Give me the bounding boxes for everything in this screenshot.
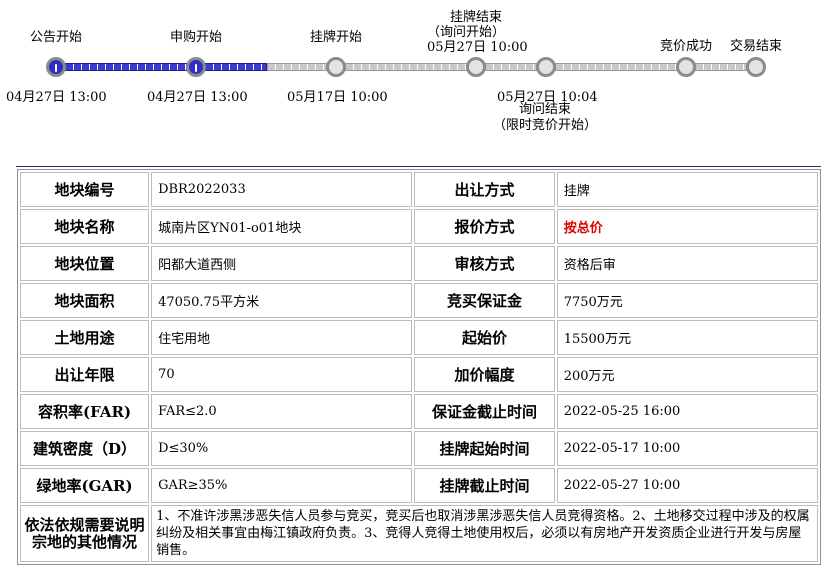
table-row: 容积率(FAR) FAR≤2.0 保证金截止时间 2022-05-25 16:0… bbox=[20, 394, 818, 429]
timeline-node-listing-end bbox=[466, 57, 486, 77]
field-label: 挂牌起始时间 bbox=[414, 431, 555, 466]
field-value: 15500万元 bbox=[556, 320, 818, 355]
timeline-label: 竞价成功 bbox=[659, 39, 713, 54]
table-row: 地块面积 47050.75平方米 竞买保证金 7750万元 bbox=[20, 283, 818, 318]
timeline-sublabel: （限时竞价开始） bbox=[492, 118, 598, 133]
timeline-segment bbox=[267, 63, 327, 71]
timeline-label: 公告开始 bbox=[29, 30, 83, 45]
timeline-node-listing-start bbox=[326, 57, 346, 77]
notes-label: 依法依规需要说明宗地的其他情况 bbox=[20, 505, 150, 562]
notes-text: 1、不准许涉黑涉恶失信人员参与竞买，竞买后也取消涉黑涉恶失信人员竞得资格。2、土… bbox=[151, 505, 818, 562]
field-label: 加价幅度 bbox=[414, 357, 555, 392]
table-row: 地块位置 阳都大道西侧 审核方式 资格后审 bbox=[20, 246, 818, 281]
field-value: 7750万元 bbox=[556, 283, 818, 318]
timeline-time: 05月17日 10:00 bbox=[287, 90, 388, 105]
timeline-time: 04月27日 13:00 bbox=[147, 90, 248, 105]
table-row: 土地用途 住宅用地 起始价 15500万元 bbox=[20, 320, 818, 355]
field-value: 70 bbox=[151, 357, 413, 392]
field-label: 地块编号 bbox=[20, 172, 150, 207]
field-value: 47050.75平方米 bbox=[151, 283, 413, 318]
field-label: 出让方式 bbox=[414, 172, 555, 207]
field-label: 建筑密度（D） bbox=[20, 431, 150, 466]
timeline-segment bbox=[485, 63, 537, 71]
field-label: 起始价 bbox=[414, 320, 555, 355]
timeline-label: 询问结束 bbox=[518, 102, 572, 117]
timeline-label: 申购开始 bbox=[169, 30, 223, 45]
field-label: 审核方式 bbox=[414, 246, 555, 281]
field-label: 绿地率(GAR) bbox=[20, 468, 150, 503]
timeline-node-inquiry-end bbox=[536, 57, 556, 77]
field-label: 地块面积 bbox=[20, 283, 150, 318]
field-value: 资格后审 bbox=[556, 246, 818, 281]
field-value: 阳都大道西侧 bbox=[151, 246, 413, 281]
field-label: 挂牌截止时间 bbox=[414, 468, 555, 503]
field-label: 报价方式 bbox=[414, 209, 555, 244]
field-value: FAR≤2.0 bbox=[151, 394, 413, 429]
field-label: 土地用途 bbox=[20, 320, 150, 355]
field-label: 竞买保证金 bbox=[414, 283, 555, 318]
table-row: 地块编号 DBR2022033 出让方式 挂牌 bbox=[20, 172, 818, 207]
timeline-node-announce bbox=[46, 57, 66, 77]
table-row-notes: 依法依规需要说明宗地的其他情况 1、不准许涉黑涉恶失信人员参与竞买，竞买后也取消… bbox=[20, 505, 818, 562]
field-value: 住宅用地 bbox=[151, 320, 413, 355]
table-row: 绿地率(GAR) GAR≥35% 挂牌截止时间 2022-05-27 10:00 bbox=[20, 468, 818, 503]
quote-method-value: 按总价 bbox=[556, 209, 818, 244]
timeline-time: 05月27日 10:00 bbox=[427, 40, 528, 55]
timeline-segment bbox=[205, 63, 267, 71]
field-label: 容积率(FAR) bbox=[20, 394, 150, 429]
field-value: 2022-05-27 10:00 bbox=[556, 468, 818, 503]
timeline-segment bbox=[695, 63, 747, 71]
field-value: 200万元 bbox=[556, 357, 818, 392]
field-value: 城南片区YN01-o01地块 bbox=[151, 209, 413, 244]
field-value: DBR2022033 bbox=[151, 172, 413, 207]
table-row: 出让年限 70 加价幅度 200万元 bbox=[20, 357, 818, 392]
timeline-node-bid-success bbox=[676, 57, 696, 77]
timeline-label: 交易结束 bbox=[729, 39, 783, 54]
timeline-label: 挂牌结束 bbox=[449, 10, 503, 25]
field-value: 挂牌 bbox=[556, 172, 818, 207]
bidding-timeline: 公告开始 申购开始 挂牌开始 挂牌结束 （询问开始） 竞价成功 交易结束 04月… bbox=[0, 0, 831, 150]
timeline-time: 04月27日 13:00 bbox=[6, 90, 107, 105]
land-info-table: 地块编号 DBR2022033 出让方式 挂牌 地块名称 城南片区YN01-o0… bbox=[17, 169, 821, 565]
table-row: 地块名称 城南片区YN01-o01地块 报价方式 按总价 bbox=[20, 209, 818, 244]
field-label: 保证金截止时间 bbox=[414, 394, 555, 429]
field-value: 2022-05-25 16:00 bbox=[556, 394, 818, 429]
field-value: D≤30% bbox=[151, 431, 413, 466]
timeline-sublabel: （询问开始） bbox=[426, 25, 506, 40]
timeline-node-deal-end bbox=[746, 57, 766, 77]
timeline-segment bbox=[345, 63, 467, 71]
divider bbox=[16, 166, 821, 167]
timeline-segment bbox=[555, 63, 677, 71]
field-label: 出让年限 bbox=[20, 357, 150, 392]
table-row: 建筑密度（D） D≤30% 挂牌起始时间 2022-05-17 10:00 bbox=[20, 431, 818, 466]
field-value: 2022-05-17 10:00 bbox=[556, 431, 818, 466]
timeline-segment bbox=[65, 63, 187, 71]
field-label: 地块位置 bbox=[20, 246, 150, 281]
field-label: 地块名称 bbox=[20, 209, 150, 244]
field-value: GAR≥35% bbox=[151, 468, 413, 503]
timeline-label: 挂牌开始 bbox=[309, 30, 363, 45]
timeline-node-apply bbox=[186, 57, 206, 77]
